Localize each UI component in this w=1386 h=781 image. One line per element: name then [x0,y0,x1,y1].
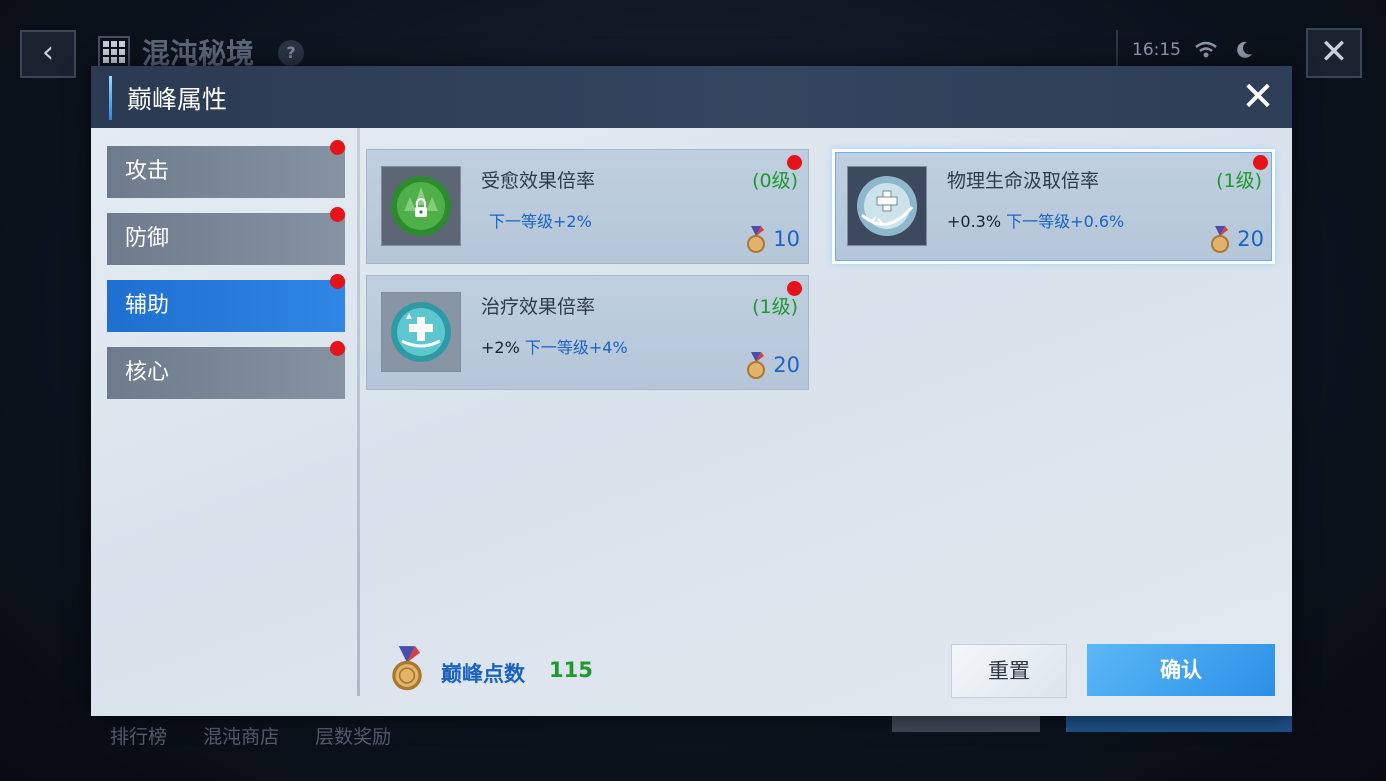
attribute-level: (1级) [752,296,798,318]
attribute-name: 治疗效果倍率 [481,296,596,318]
attribute-card-heal-received[interactable]: 受愈效果倍率 (0级) 下一等级+2% 10 [366,149,809,264]
status-bar: 16:15 [1116,30,1292,96]
floor-reward-link[interactable]: 层数奖励 [315,726,391,748]
header-accent [109,76,112,120]
reset-button[interactable]: 重置 [951,644,1067,698]
attribute-level: (0级) [752,170,798,192]
help-icon[interactable]: ? [278,40,304,66]
medal-icon [747,352,766,379]
dialog-header: 巅峰属性 ✕ [91,66,1292,128]
attribute-level: (1级) [1216,170,1262,192]
notification-dot [787,155,802,170]
tab-label: 核心 [125,360,170,385]
back-arrow-icon[interactable]: ‹ [20,30,76,78]
medal-icon [747,226,766,253]
background-button [1066,714,1292,732]
life-steal-icon [847,166,927,246]
category-tabs: 攻击 防御 辅助 核心 [107,140,345,414]
status-time: 16:15 [1132,40,1181,60]
next-level-value: 下一等级+4% [524,338,628,357]
leaderboard-link[interactable]: 排行榜 [110,726,167,748]
wifi-icon [1195,41,1218,58]
menu-grid-icon[interactable] [98,36,130,68]
notification-dot [330,341,345,356]
attribute-description: +0.3% 下一等级+0.6% [947,208,1124,232]
tab-support[interactable]: 辅助 [107,274,345,332]
tab-label: 辅助 [125,293,170,318]
tab-attack[interactable]: 攻击 [107,140,345,198]
notification-dot [330,140,345,155]
peak-points: 巅峰点数 115 [389,646,593,696]
notification-dot [330,207,345,222]
medal-icon [1211,226,1230,253]
attribute-card-healing[interactable]: 治疗效果倍率 (1级) +2% 下一等级+4% 20 [366,275,809,390]
cost-value: 10 [773,227,800,251]
attribute-cost: 20 [745,352,800,380]
peak-points-label: 巅峰点数 [441,662,525,686]
current-value: +2% [481,338,520,357]
cost-value: 20 [773,353,800,377]
healing-cross-icon [381,292,461,372]
notification-dot [330,274,345,289]
background-close-icon[interactable]: ✕ [1306,28,1362,78]
notification-dot [787,281,802,296]
heal-received-locked-icon [381,166,461,246]
chaos-shop-link[interactable]: 混沌商店 [203,726,279,748]
peak-points-value: 115 [549,658,593,682]
medal-icon [392,646,422,691]
notification-dot [1253,155,1268,170]
attribute-name: 物理生命汲取倍率 [947,170,1100,192]
divider [357,128,360,696]
tab-label: 防御 [125,226,170,251]
moon-icon [1237,41,1252,58]
background-bottom-links: 排行榜 混沌商店 层数奖励 [110,722,421,749]
tab-core[interactable]: 核心 [107,341,345,399]
attribute-cost: 20 [1209,226,1264,254]
attribute-description: +2% 下一等级+4% [481,334,628,358]
attribute-cost: 10 [745,226,800,254]
attribute-name: 受愈效果倍率 [481,170,596,192]
next-level-value: 下一等级+0.6% [1006,212,1125,231]
peak-attributes-dialog: 巅峰属性 ✕ 攻击 防御 辅助 核心 受愈效果倍率 (0级) 下一等级+2% 1… [91,66,1292,716]
dialog-title: 巅峰属性 [127,85,228,114]
attribute-card-life-steal[interactable]: 物理生命汲取倍率 (1级) +0.3% 下一等级+0.6% 20 [832,149,1275,264]
tab-label: 攻击 [125,159,170,184]
next-level-value: 下一等级+2% [489,212,592,231]
cost-value: 20 [1237,227,1264,251]
current-value: +0.3% [947,212,1002,231]
tab-defense[interactable]: 防御 [107,207,345,265]
attribute-description: 下一等级+2% [489,208,592,232]
background-button [892,714,1040,732]
confirm-button[interactable]: 确认 [1087,644,1275,696]
close-icon[interactable]: ✕ [1238,76,1278,118]
